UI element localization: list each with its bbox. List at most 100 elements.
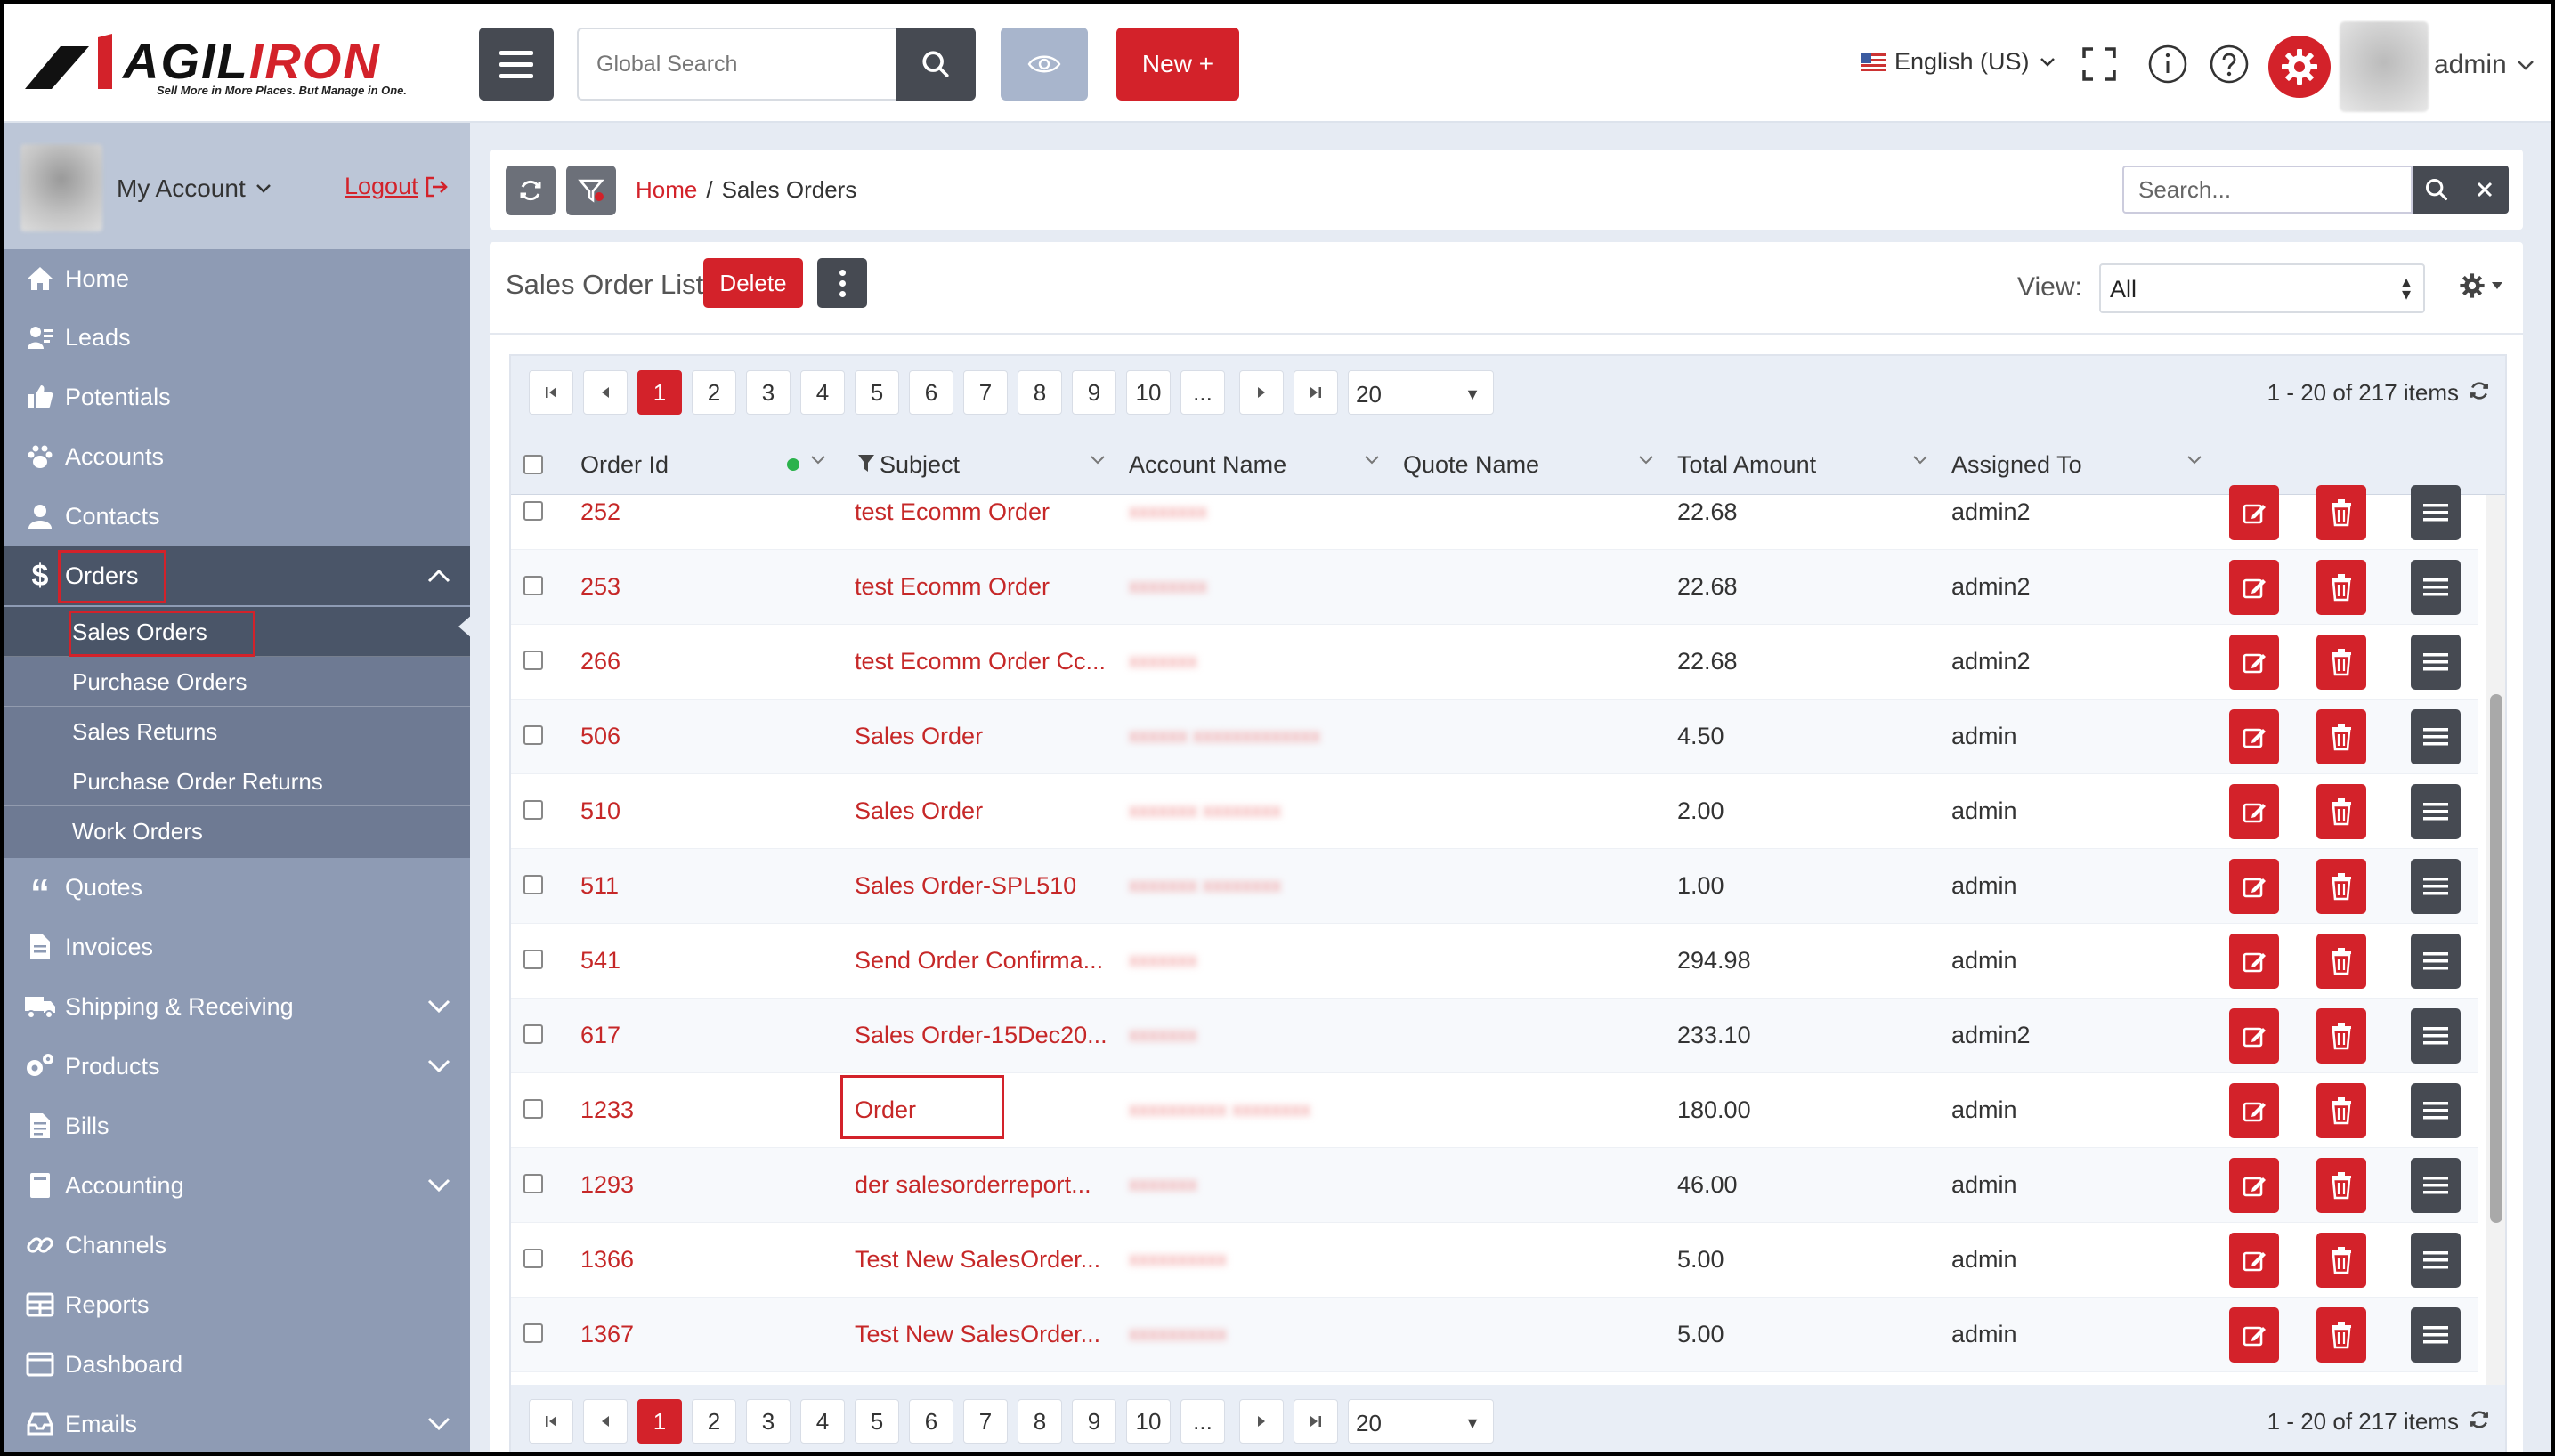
page-7-button[interactable]: 7 (963, 1399, 1008, 1444)
account-name-link[interactable]: xxxxxxxxxx (1129, 1323, 1227, 1346)
sidebar-item-quotes[interactable]: “ Quotes (4, 858, 470, 917)
last-page-button[interactable] (1294, 370, 1338, 415)
page-4-button[interactable]: 4 (800, 1399, 845, 1444)
fullscreen-button[interactable] (2078, 43, 2121, 85)
page-size-select[interactable]: 20 ▼ (1348, 1399, 1494, 1444)
chevron-down-icon[interactable] (1638, 455, 1654, 465)
row-checkbox[interactable] (523, 1024, 543, 1044)
language-selector[interactable]: English (US) (1861, 48, 2056, 76)
first-page-button[interactable] (529, 1399, 573, 1444)
subject-link[interactable]: Sales Order (855, 723, 983, 750)
row-checkbox[interactable] (523, 1099, 543, 1119)
order-id-link[interactable]: 266 (580, 648, 620, 675)
page-7-button[interactable]: 7 (963, 370, 1008, 415)
page-10-button[interactable]: 10 (1126, 1399, 1171, 1444)
table-row[interactable]: 1293 der salesorderreport... xxxxxxx 46.00 a… (511, 1148, 2478, 1223)
order-id-link[interactable]: 541 (580, 947, 620, 975)
sidebar-item-potentials[interactable]: Potentials (4, 368, 470, 426)
account-name-link[interactable]: xxxxxx xxxxxxxxxxxxx (1129, 724, 1320, 748)
chevron-down-icon[interactable] (1912, 455, 1928, 465)
row-menu-button[interactable] (2411, 709, 2461, 764)
table-row[interactable]: 1233 Order xxxxxxxxxx xxxxxxxx 180.00 admin (511, 1073, 2478, 1148)
sidebar-subitem-work-orders[interactable]: Work Orders (4, 806, 470, 856)
delete-row-button[interactable] (2316, 485, 2366, 540)
page-1-button[interactable]: 1 (637, 1399, 682, 1444)
edit-row-button[interactable] (2229, 1233, 2279, 1288)
more-pages-button[interactable]: ... (1180, 1399, 1225, 1444)
row-menu-button[interactable] (2411, 859, 2461, 914)
row-checkbox[interactable] (523, 725, 543, 745)
row-checkbox[interactable] (523, 800, 543, 820)
prev-page-button[interactable] (583, 370, 628, 415)
subject-link[interactable]: Sales Order-15Dec20... (855, 1022, 1107, 1049)
table-row[interactable]: 1367 Test New SalesOrder... xxxxxxxxxx 5.00… (511, 1298, 2478, 1372)
table-row[interactable]: 506 Sales Order xxxxxx xxxxxxxxxxxxx 4.50 ad… (511, 700, 2478, 774)
row-menu-button[interactable] (2411, 560, 2461, 615)
row-checkbox[interactable] (523, 576, 543, 595)
chevron-down-icon[interactable] (810, 455, 826, 465)
delete-row-button[interactable] (2316, 635, 2366, 690)
delete-row-button[interactable] (2316, 1008, 2366, 1064)
view-select[interactable]: All ▴ ▾ (2099, 263, 2425, 313)
order-id-link[interactable]: 253 (580, 573, 620, 601)
page-10-button[interactable]: 10 (1126, 370, 1171, 415)
chevron-down-icon[interactable] (2186, 455, 2202, 465)
delete-row-button[interactable] (2316, 1158, 2366, 1213)
info-button[interactable] (2146, 43, 2189, 85)
table-row[interactable]: 617 Sales Order-15Dec20... xxxxxxx 233.10 ad… (511, 999, 2478, 1073)
chevron-down-icon[interactable] (1090, 455, 1106, 465)
row-checkbox[interactable] (523, 1249, 543, 1268)
next-page-button[interactable] (1239, 370, 1284, 415)
global-search-button[interactable] (896, 28, 976, 101)
order-id-link[interactable]: 1366 (580, 1246, 634, 1274)
page-3-button[interactable]: 3 (746, 1399, 791, 1444)
account-name-link[interactable]: xxxxxxx (1129, 1173, 1197, 1196)
breadcrumb-home-link[interactable]: Home (636, 176, 697, 204)
new-record-button[interactable]: New + (1116, 28, 1239, 101)
order-id-link[interactable]: 506 (580, 723, 620, 750)
page-6-button[interactable]: 6 (909, 370, 953, 415)
delete-row-button[interactable] (2316, 1307, 2366, 1363)
edit-row-button[interactable] (2229, 1083, 2279, 1138)
more-pages-button[interactable]: ... (1180, 370, 1225, 415)
order-id-link[interactable]: 252 (580, 498, 620, 526)
delete-row-button[interactable] (2316, 560, 2366, 615)
delete-row-button[interactable] (2316, 859, 2366, 914)
hamburger-menu-button[interactable] (479, 28, 554, 101)
edit-row-button[interactable] (2229, 560, 2279, 615)
my-account-menu[interactable]: My Account (117, 174, 272, 203)
clear-search-button[interactable] (2461, 166, 2509, 214)
row-checkbox[interactable] (523, 651, 543, 670)
table-row[interactable]: 253 test Ecomm Order xxxxxxxx 22.68 admin2 (511, 550, 2478, 625)
row-checkbox[interactable] (523, 950, 543, 969)
edit-row-button[interactable] (2229, 1158, 2279, 1213)
row-menu-button[interactable] (2411, 1307, 2461, 1363)
row-menu-button[interactable] (2411, 635, 2461, 690)
order-id-link[interactable]: 617 (580, 1022, 620, 1049)
sidebar-item-leads[interactable]: Leads (4, 308, 470, 367)
delete-row-button[interactable] (2316, 1233, 2366, 1288)
sidebar-item-channels[interactable]: Channels (4, 1216, 470, 1274)
account-name-link[interactable]: xxxxxxxxxx (1129, 1248, 1227, 1271)
edit-row-button[interactable] (2229, 784, 2279, 839)
page-8-button[interactable]: 8 (1018, 370, 1062, 415)
subject-link[interactable]: Sales Order-SPL510 (855, 872, 1076, 900)
first-page-button[interactable] (529, 370, 573, 415)
edit-row-button[interactable] (2229, 1307, 2279, 1363)
row-menu-button[interactable] (2411, 784, 2461, 839)
sidebar-item-products[interactable]: Products (4, 1037, 470, 1096)
settings-button[interactable] (2268, 36, 2331, 98)
edit-row-button[interactable] (2229, 1008, 2279, 1064)
page-4-button[interactable]: 4 (800, 370, 845, 415)
edit-row-button[interactable] (2229, 635, 2279, 690)
page-9-button[interactable]: 9 (1072, 370, 1116, 415)
subject-link[interactable]: der salesorderreport... (855, 1171, 1091, 1199)
user-avatar[interactable] (2340, 21, 2429, 112)
account-name-link[interactable]: xxxxxxxx (1129, 500, 1207, 523)
subject-link[interactable]: test Ecomm Order Cc... (855, 648, 1106, 675)
table-row[interactable]: 511 Sales Order-SPL510 xxxxxxx xxxxxxxx 1.0… (511, 849, 2478, 924)
account-name-link[interactable]: xxxxxxx xxxxxxxx (1129, 874, 1281, 897)
subject-link[interactable]: Test New SalesOrder... (855, 1321, 1100, 1348)
sidebar-item-bills[interactable]: Bills (4, 1096, 470, 1155)
filter-button[interactable] (566, 166, 616, 215)
